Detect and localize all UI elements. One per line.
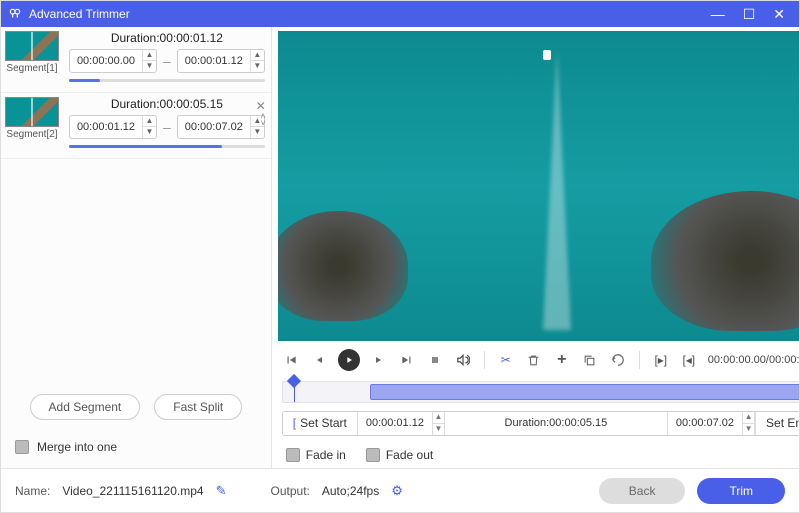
segment-label: Segment[2] (6, 129, 57, 140)
fade-in-option[interactable]: Fade in (286, 448, 346, 462)
mark-in-icon[interactable]: [▸] (652, 351, 670, 369)
mark-out-icon[interactable]: [◂] (680, 351, 698, 369)
minimize-button[interactable]: — (711, 7, 725, 21)
fade-out-option[interactable]: Fade out (366, 448, 433, 462)
play-button[interactable] (338, 349, 360, 371)
fade-out-checkbox[interactable] (366, 448, 380, 462)
segment-item[interactable]: Segment[1] Duration:00:00:01.12 00:00:00… (1, 27, 271, 93)
trim-button[interactable]: Trim (697, 478, 785, 504)
start-time-value[interactable]: 00:00:01.12 (358, 412, 433, 435)
segment-end-input[interactable]: 00:00:01.12 ▲▼ (177, 49, 265, 73)
app-title: Advanced Trimmer (29, 7, 711, 21)
timeline[interactable] (282, 381, 799, 402)
volume-icon[interactable] (454, 351, 472, 369)
spin-down-icon[interactable]: ▼ (433, 424, 444, 435)
segments-panel: Segment[1] Duration:00:00:01.12 00:00:00… (1, 27, 272, 468)
range-separator: – (163, 53, 171, 69)
fade-options: Fade in Fade out (278, 442, 799, 468)
name-label: Name: (15, 484, 50, 498)
segment-end-input[interactable]: 00:00:07.02 ▲▼ (177, 115, 265, 139)
spin-up-icon[interactable]: ▲ (143, 50, 156, 61)
playback-controls: ✂ + [▸] [◂] 00:00:00.00/00:00:07.02 (278, 341, 799, 379)
undo-icon[interactable] (609, 351, 627, 369)
output-label: Output: (271, 484, 310, 498)
merge-option[interactable]: Merge into one (1, 432, 271, 468)
spin-down-icon[interactable]: ▼ (143, 127, 156, 138)
spin-down-icon[interactable]: ▼ (251, 61, 264, 72)
copy-icon[interactable] (581, 351, 599, 369)
add-segment-button[interactable]: Add Segment (30, 394, 141, 420)
merge-label: Merge into one (37, 440, 117, 454)
video-preview[interactable] (278, 31, 799, 341)
segment-start-input[interactable]: 00:00:00.00 ▲▼ (69, 49, 157, 73)
fade-in-checkbox[interactable] (286, 448, 300, 462)
close-button[interactable]: ✕ (773, 7, 785, 21)
segment-duration: Duration:00:00:01.12 (69, 31, 265, 45)
preview-panel: ✂ + [▸] [◂] 00:00:00.00/00:00:07.02 [Set… (272, 27, 799, 468)
title-bar: Advanced Trimmer — ☐ ✕ (1, 1, 799, 27)
merge-checkbox[interactable] (15, 440, 29, 454)
maximize-button[interactable]: ☐ (743, 7, 756, 21)
window-controls: — ☐ ✕ (711, 7, 785, 21)
segment-thumbnail[interactable] (5, 97, 59, 127)
stop-icon[interactable] (426, 351, 444, 369)
end-time-value[interactable]: 00:00:07.02 (668, 412, 743, 435)
prev-frame-icon[interactable] (310, 351, 328, 369)
segment-progress (69, 145, 265, 148)
segment-actions: Add Segment Fast Split (1, 382, 271, 432)
fast-split-button[interactable]: Fast Split (154, 394, 242, 420)
bottom-bar: Name: Video_221115161120.mp4 ✎ Output: A… (1, 468, 799, 512)
spin-up-icon[interactable]: ▲ (143, 116, 156, 127)
spin-up-icon[interactable]: ▲ (743, 412, 754, 424)
add-icon[interactable]: + (553, 351, 571, 369)
trim-range-row: [Set Start 00:00:01.12 ▲▼ Duration:00:00… (282, 411, 799, 436)
segment-thumbnail[interactable] (5, 31, 59, 61)
segment-start-input[interactable]: 00:00:01.12 ▲▼ (69, 115, 157, 139)
output-value: Auto;24fps (322, 484, 379, 498)
segment-item[interactable]: Segment[2] Duration:00:00:05.15 00:00:01… (1, 93, 271, 159)
edit-name-icon[interactable]: ✎ (216, 483, 227, 499)
back-button[interactable]: Back (599, 478, 686, 504)
time-display: 00:00:00.00/00:00:07.02 (708, 354, 799, 366)
segment-progress (69, 79, 265, 82)
segments-list: Segment[1] Duration:00:00:01.12 00:00:00… (1, 27, 271, 382)
spin-down-icon[interactable]: ▼ (251, 127, 264, 138)
spin-up-icon[interactable]: ▲ (433, 412, 444, 424)
segment-duration: Duration:00:00:05.15 (69, 97, 265, 111)
trim-duration: Duration:00:00:05.15 (445, 412, 668, 435)
app-logo-icon (7, 6, 23, 22)
timeline-selection[interactable] (370, 384, 799, 399)
name-value: Video_221115161120.mp4 (62, 484, 203, 498)
spin-up-icon[interactable]: ▲ (251, 50, 264, 61)
next-frame-icon[interactable] (370, 351, 388, 369)
go-end-icon[interactable] (398, 351, 416, 369)
go-start-icon[interactable] (282, 351, 300, 369)
range-separator: – (163, 119, 171, 135)
set-end-button[interactable]: Set End] (755, 412, 799, 435)
spin-down-icon[interactable]: ▼ (743, 424, 754, 435)
delete-icon[interactable] (525, 351, 543, 369)
set-start-button[interactable]: [Set Start (283, 412, 358, 435)
cut-icon[interactable]: ✂ (497, 351, 515, 369)
reorder-segment-icon[interactable]: ˄˅ (261, 113, 266, 127)
spin-down-icon[interactable]: ▼ (143, 61, 156, 72)
segment-label: Segment[1] (6, 63, 57, 74)
output-settings-icon[interactable]: ⚙ (391, 483, 403, 499)
